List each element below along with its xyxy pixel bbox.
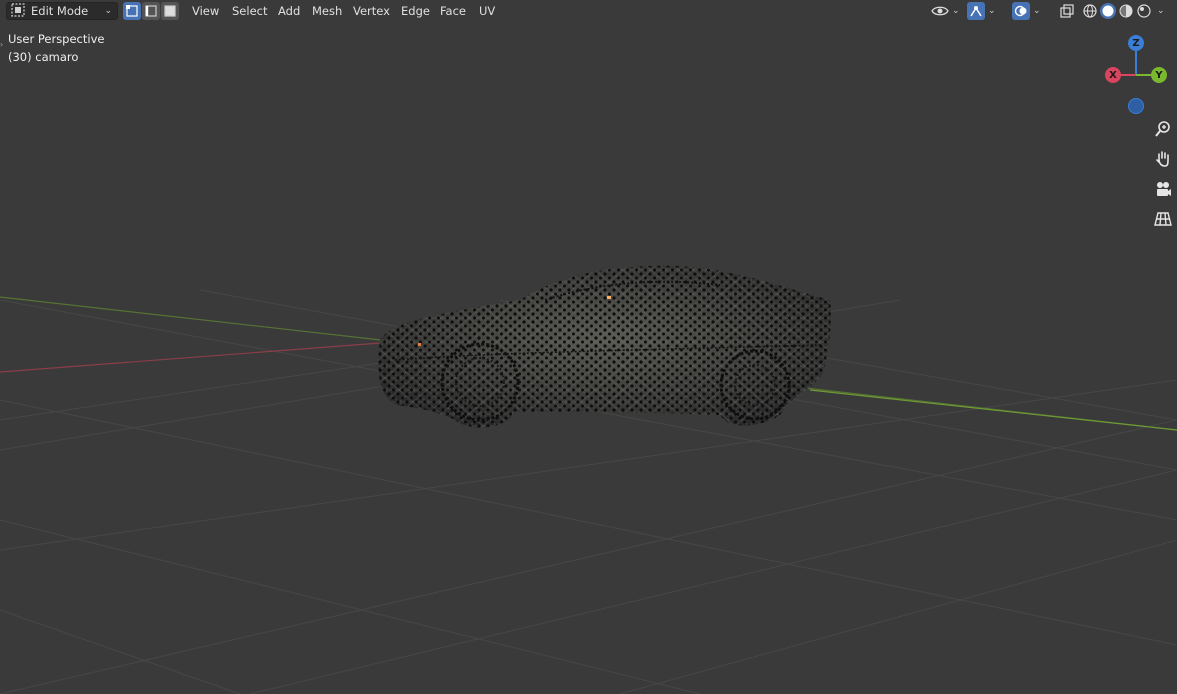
rendered-shading-icon[interactable]	[1136, 3, 1152, 19]
edge-select-icon[interactable]	[142, 2, 160, 20]
camera-icon[interactable]	[1152, 178, 1174, 200]
editor-type-icon[interactable]	[11, 2, 25, 20]
shading-mode-group: ⌄	[1082, 2, 1165, 20]
menu-add[interactable]: Add	[272, 2, 306, 20]
view-name: User Perspective	[8, 32, 105, 46]
hand-icon[interactable]	[1152, 148, 1174, 170]
gizmo-toggle[interactable]: ⌄	[967, 2, 996, 20]
select-mode-group	[123, 2, 179, 20]
menu-select[interactable]: Select	[226, 2, 273, 20]
gizmo-x-axis[interactable]: X	[1105, 67, 1121, 83]
mode-dropdown[interactable]: Edit Mode ⌄	[6, 2, 118, 20]
xray-icon[interactable]	[1058, 2, 1076, 20]
gizmo-z-axis[interactable]: Z	[1128, 35, 1144, 51]
visibility-toggle[interactable]: ⌄	[931, 2, 960, 20]
chevron-down-icon[interactable]: ⌄	[1033, 6, 1041, 16]
chevron-down-icon[interactable]: ⌄	[1157, 6, 1165, 16]
menu-vertex[interactable]: Vertex	[347, 2, 396, 20]
material-shading-icon[interactable]	[1118, 3, 1134, 19]
menu-view[interactable]: View	[186, 2, 225, 20]
menu-uv[interactable]: UV	[473, 2, 501, 20]
viewport-header: Edit Mode ⌄ View Select Add Mesh Vertex …	[0, 0, 1177, 22]
gizmo-icon[interactable]	[967, 2, 985, 20]
menu-face[interactable]: Face	[434, 2, 472, 20]
gizmo-y-axis[interactable]: Y	[1151, 67, 1167, 83]
gizmo-neg-z-axis[interactable]	[1128, 98, 1144, 114]
chevron-down-icon[interactable]: ⌄	[952, 6, 960, 16]
solid-shading-icon[interactable]	[1100, 3, 1116, 19]
zoom-icon[interactable]	[1152, 118, 1174, 140]
object-label: (30) camaro	[8, 50, 79, 64]
overlay-icon[interactable]	[1012, 2, 1030, 20]
vertex-select-icon[interactable]	[123, 2, 141, 20]
xray-toggle[interactable]	[1058, 2, 1076, 20]
menu-edge[interactable]: Edge	[395, 2, 436, 20]
eye-icon[interactable]	[931, 2, 949, 20]
wireframe-shading-icon[interactable]	[1082, 3, 1098, 19]
menu-mesh[interactable]: Mesh	[306, 2, 348, 20]
sidebar-expand-icon[interactable]: ›	[0, 40, 3, 49]
mode-label: Edit Mode	[31, 4, 89, 18]
overlay-toggle[interactable]: ⌄	[1012, 2, 1041, 20]
chevron-down-icon[interactable]: ⌄	[988, 6, 996, 16]
chevron-down-icon: ⌄	[104, 6, 112, 16]
face-select-icon[interactable]	[161, 2, 179, 20]
3d-viewport[interactable]	[0, 0, 1177, 694]
grid-icon[interactable]	[1152, 208, 1174, 230]
